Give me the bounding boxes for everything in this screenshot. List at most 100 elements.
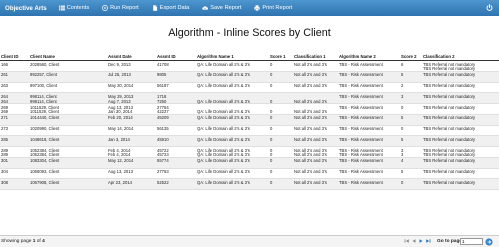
assmt-id-cell: 45209 — [157, 115, 169, 121]
algorithm-name-2-cell: TBS - Risk Assessment — [339, 93, 383, 99]
client-id-cell: 285 — [1, 136, 8, 142]
classification-2-cell: TBS Referral not mandatory — [423, 158, 476, 164]
table-row: 308 1067908, Client Apr 23, 2014 52522 QA: L… — [0, 179, 499, 190]
algorithm-name-1-cell: QA: Life Domain all 2's & 3's — [197, 126, 250, 132]
save-report-button[interactable]: Save Report — [202, 5, 241, 11]
contents-button[interactable]: Contents — [58, 5, 89, 11]
classification-1-cell: Not all 2's and 3's — [294, 61, 327, 67]
algorithm-name-2-cell: TBS - Risk Assessment — [339, 136, 383, 142]
print-report-button[interactable]: Print Report — [254, 5, 292, 11]
classification-1-cell: Not all 2's and 3's — [294, 179, 327, 185]
classification-2-cell: TBS Referral not mandatory — [423, 72, 476, 78]
score-2-cell: 5 — [401, 136, 404, 142]
score-2-cell: 0 — [401, 179, 404, 185]
assmt-date-cell: May 14, 2014 — [108, 126, 134, 132]
algorithm-name-1-cell: QA: Life Domain all 2's & 3's — [197, 61, 250, 67]
assmt-date-cell: Apr 23, 2014 — [108, 179, 132, 185]
list-icon — [58, 5, 65, 11]
column-header[interactable]: Algorithm Name 2 — [339, 54, 376, 59]
algorithm-name-1-cell: QA: Life Domain all 2's & 3's — [197, 179, 250, 185]
algorithm-name-2-cell: TBS - Risk Assessment — [339, 61, 383, 67]
run-icon — [102, 5, 109, 11]
table-header: Client ID Client Name Assmt Date Assmt I… — [0, 54, 499, 61]
assmt-id-cell: 45910 — [157, 136, 169, 142]
algorithm-name-2-cell: TBS - Risk Assessment — [339, 126, 383, 132]
algorithm-name-1-cell: QA: Life Domain all 2's & 3's — [197, 152, 250, 158]
column-header[interactable]: Client ID — [1, 54, 18, 59]
assmt-date-cell: Feb 20, 2014 — [108, 115, 133, 121]
goto-page-input[interactable] — [460, 237, 483, 245]
column-header[interactable]: Classification 1 — [294, 54, 326, 59]
next-page-icon[interactable] — [418, 238, 424, 244]
table-row: 301 1083304, Client May 12, 2014 55774 QA: L… — [0, 157, 499, 169]
column-header[interactable]: Assmt ID — [157, 54, 176, 59]
go-arrow-icon[interactable] — [485, 237, 493, 246]
export-data-button[interactable]: Export Data — [152, 5, 189, 11]
classification-1-cell: Not all 2's and 3's — [294, 83, 327, 89]
algorithm-name-1-cell: QA: Life Domain all 2's & 3's — [197, 169, 250, 175]
client-id-cell: 261 — [1, 72, 8, 78]
client-id-cell: 301 — [1, 158, 8, 164]
assmt-date-cell: Aug 13, 2013 — [108, 169, 133, 175]
toolbar: Objective Arts Contents Run Report Expor… — [0, 0, 499, 16]
classification-1-cell: Not all 2's and 3's — [294, 126, 327, 132]
column-header[interactable]: Client Name — [30, 54, 55, 59]
score-1-cell: 0 — [270, 72, 273, 78]
first-page-icon[interactable] — [404, 238, 410, 244]
client-name-cell: 997100, Client — [30, 83, 58, 89]
table-body: 166 2028560, Client Dec 9, 2013 41708 QA: Li… — [0, 61, 499, 190]
classification-2-cell: TBS Referral not mandatory — [423, 66, 476, 72]
client-name-cell: 1020990, Client — [30, 126, 60, 132]
client-name-cell: 992257, Client — [30, 72, 58, 78]
column-header[interactable]: Algorithm Name 1 — [197, 54, 234, 59]
column-header[interactable]: Score 2 — [401, 54, 417, 59]
assmt-id-cell: 41708 — [157, 61, 169, 67]
client-id-cell: 269 — [1, 109, 8, 115]
page-status: Showing page 1 of 4 — [1, 239, 45, 244]
client-name-cell: 1048618, Client — [30, 136, 60, 142]
classification-2-cell: TBS Referral not mandatory — [423, 179, 476, 185]
column-header[interactable]: Classification 2 — [423, 54, 455, 59]
classification-2-cell: TBS Referral not mandatory — [423, 152, 476, 158]
algorithm-name-2-cell: TBS - Risk Assessment — [339, 179, 383, 185]
page-navigation — [404, 238, 432, 244]
assmt-id-cell: 52522 — [157, 179, 169, 185]
column-header[interactable]: Assmt Date — [108, 54, 132, 59]
results-table: Client ID Client Name Assmt Date Assmt I… — [0, 54, 499, 190]
last-page-icon[interactable] — [425, 238, 431, 244]
classification-2-cell: TBS Referral not mandatory — [423, 136, 476, 142]
classification-2-cell: TBS Referral not mandatory — [423, 104, 476, 110]
classification-1-cell: Not all 2's and 3's — [294, 158, 327, 164]
report-window: { "app": {"brand": "Objective Arts"}, "n… — [0, 0, 499, 247]
assmt-date-cell: May 20, 2014 — [108, 83, 134, 89]
previous-page-icon[interactable] — [411, 238, 417, 244]
algorithm-name-2-cell: TBS - Risk Assessment — [339, 158, 383, 164]
algorithm-name-2-cell: TBS - Risk Assessment — [339, 83, 383, 89]
client-name-cell: 1083304, Client — [30, 158, 60, 164]
assmt-id-cell: 42227 — [157, 109, 169, 115]
classification-1-cell: Not all 2's and 3's — [294, 109, 327, 115]
run-report-button[interactable]: Run Report — [102, 5, 139, 11]
client-id-cell: 289 — [1, 152, 8, 158]
table-row: 263 997100, Client May 20, 2014 56187 QA: Li… — [0, 83, 499, 94]
column-header[interactable]: Score 1 — [270, 54, 286, 59]
table-row: 264 998114, Client May 29, 2013 1718 TBS - R… — [0, 93, 499, 104]
assmt-date-cell: Aug 7, 2013 — [108, 98, 131, 104]
score-2-cell: 4 — [401, 158, 404, 164]
algorithm-name-2-cell: TBS - Risk Assessment — [339, 169, 383, 175]
logout-button[interactable] — [486, 4, 493, 11]
client-name-cell: 1011529, Client — [30, 109, 60, 115]
score-2-cell: 5 — [401, 169, 404, 175]
assmt-id-cell: 27753 — [157, 169, 169, 175]
score-2-cell: 2 — [401, 83, 404, 89]
algorithm-name-2-cell: TBS - Risk Assessment — [339, 115, 383, 121]
table-row: 285 1048618, Client Jan 3, 2014 45910 QA: Li… — [0, 136, 499, 147]
assmt-id-cell: 9805 — [157, 72, 167, 78]
score-1-cell: 0 — [270, 158, 273, 164]
algorithm-name-2-cell: TBS - Risk Assessment — [339, 104, 383, 110]
score-2-cell: 3 — [401, 152, 404, 158]
print-report-label: Print Report — [262, 5, 293, 11]
client-id-cell: 263 — [1, 83, 8, 89]
client-id-cell: 264 — [1, 98, 8, 104]
algorithm-name-1-cell: QA: Life Domain all 2's & 3's — [197, 158, 250, 164]
